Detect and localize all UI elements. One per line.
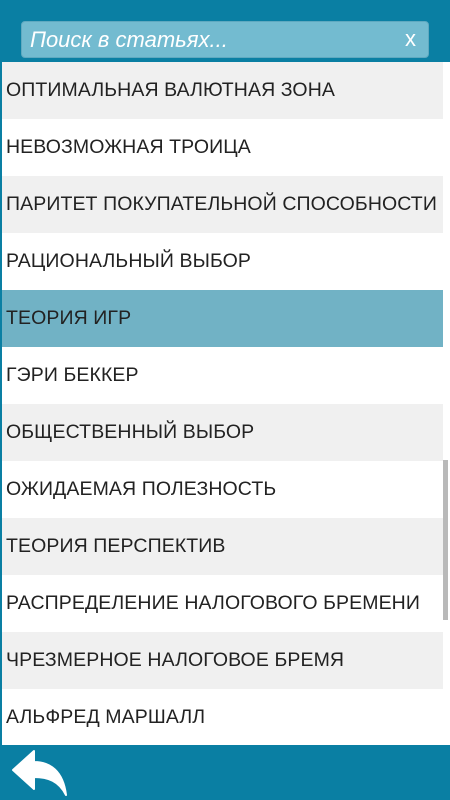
list-item[interactable]: ОПТИМАЛЬНАЯ ВАЛЮТНАЯ ЗОНА [2,62,443,119]
scrollbar-thumb[interactable] [443,460,448,620]
list-item[interactable]: ПАРИТЕТ ПОКУПАТЕЛЬНОЙ СПОСОБНОСТИ [2,176,443,233]
back-button[interactable] [10,749,68,797]
list-item[interactable]: ОБЩЕСТВЕННЫЙ ВЫБОР [2,404,443,461]
list-item[interactable]: РАСПРЕДЕЛЕНИЕ НАЛОГОВОГО БРЕМЕНИ [2,575,443,632]
bottom-bar [0,745,450,800]
list-item[interactable]: ГЭРИ БЕККЕР [2,347,443,404]
list-item[interactable]: ЧРЕЗМЕРНОЕ НАЛОГОВОЕ БРЕМЯ [2,632,443,689]
list-item[interactable]: НЕВОЗМОЖНАЯ ТРОИЦА [2,119,443,176]
article-list: ОПТИМАЛЬНАЯ ВАЛЮТНАЯ ЗОНА НЕВОЗМОЖНАЯ ТР… [2,62,443,745]
list-item[interactable]: РАЦИОНАЛЬНЫЙ ВЫБОР [2,233,443,290]
app-screen: x ОПТИМАЛЬНАЯ ВАЛЮТНАЯ ЗОНА НЕВОЗМОЖНАЯ … [0,0,450,800]
list-item[interactable]: ОЖИДАЕМАЯ ПОЛЕЗНОСТЬ [2,461,443,518]
search-input[interactable] [22,22,382,57]
search-box[interactable]: x [21,21,429,58]
scroll-track [443,62,450,745]
list-item[interactable]: ТЕОРИЯ ПЕРСПЕКТИВ [2,518,443,575]
clear-search-button[interactable]: x [405,22,416,57]
list-item-selected[interactable]: ТЕОРИЯ ИГР [2,290,443,347]
top-bar: x [0,0,450,62]
list-item[interactable]: АЛЬФРЕД МАРШАЛЛ [2,689,443,745]
back-arrow-icon [12,750,67,796]
